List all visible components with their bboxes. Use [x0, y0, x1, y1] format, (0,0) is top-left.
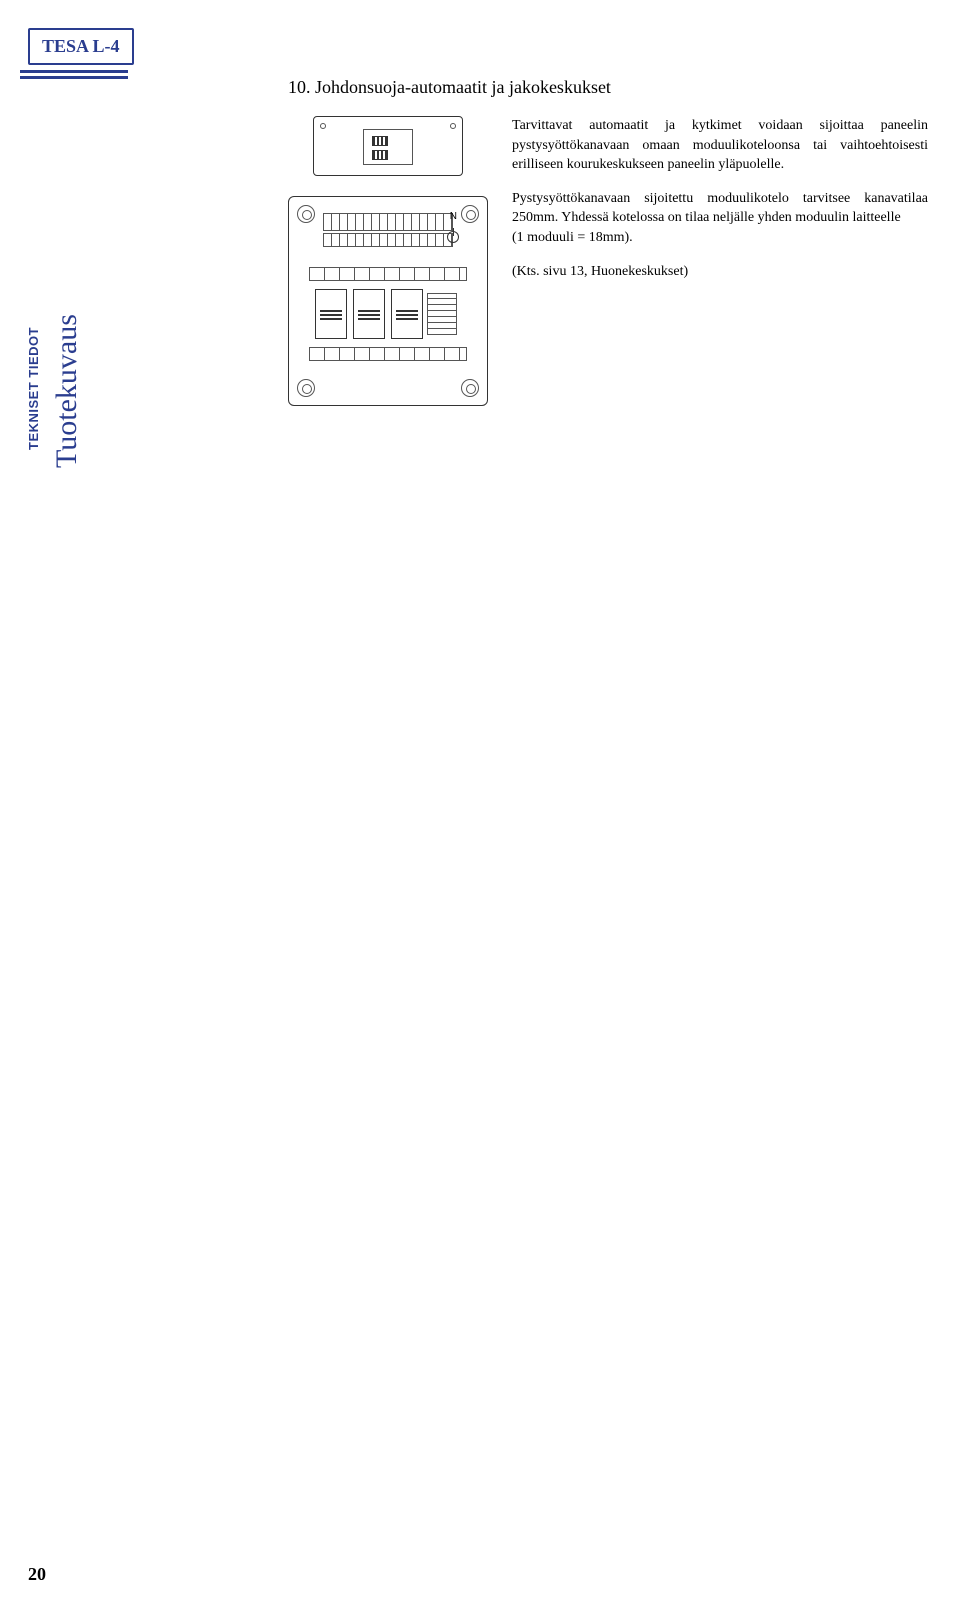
breaker-module — [391, 289, 423, 339]
main-column: 10. Johdonsuoja-automaatit ja jakokeskuk… — [288, 77, 928, 406]
n-label: N — [450, 211, 457, 222]
sidebar-vertical: TEKNISET TIEDOT Tuotekuvaus — [20, 100, 120, 520]
breaker-row — [315, 289, 423, 339]
paragraph-1: Tarvittavat automaatit ja kytkimet voida… — [512, 116, 928, 175]
sidebar-small-label: TEKNISET TIEDOT — [26, 327, 41, 450]
header-tab: TESA L-4 — [28, 28, 134, 65]
header-rule — [20, 70, 128, 82]
diagram-distribution-box: N — [288, 196, 488, 406]
paragraph-2: Pystysyöttökanavaan sijoitettu moduuliko… — [512, 189, 928, 248]
breaker-module — [315, 289, 347, 339]
section-title: 10. Johdonsuoja-automaatit ja jakokeskuk… — [288, 77, 928, 98]
breaker-module — [353, 289, 385, 339]
sidebar-large-label: Tuotekuvaus — [50, 314, 84, 468]
diagram-column: N — [288, 116, 488, 406]
paragraph-3: (Kts. sivu 13, Huonekeskukset) — [512, 262, 928, 282]
small-terminal — [427, 293, 457, 335]
page-number: 20 — [28, 1564, 46, 1585]
ground-icon — [447, 231, 459, 243]
diagram-small-module — [313, 116, 463, 176]
body-text: Tarvittavat automaatit ja kytkimet voida… — [512, 116, 928, 295]
